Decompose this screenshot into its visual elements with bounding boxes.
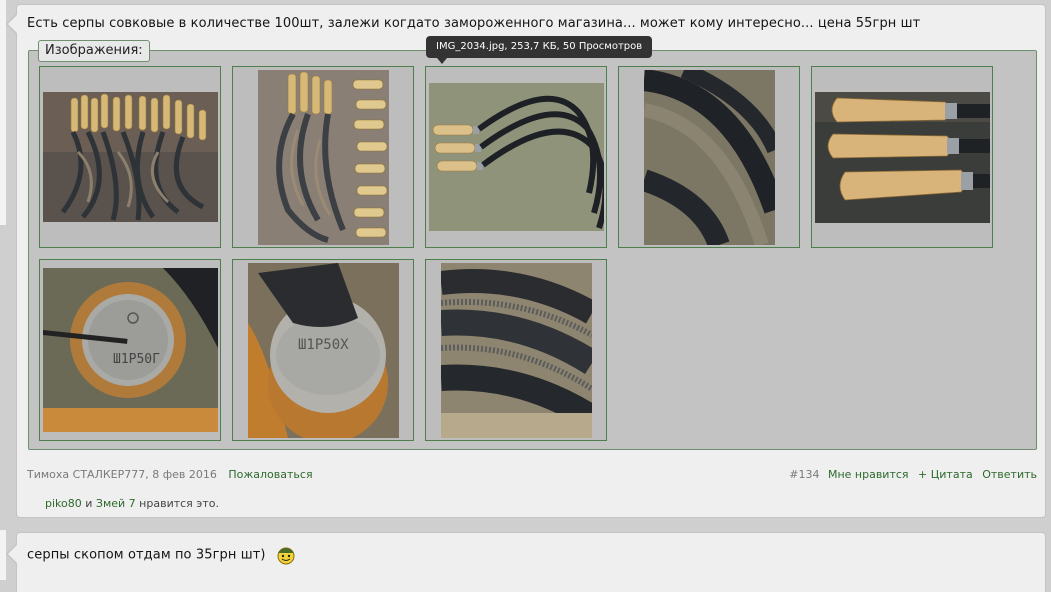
post-pointer [8, 545, 17, 563]
likes-suffix-text: нравится это. [135, 497, 219, 510]
sickle-pile-photo-2 [257, 69, 389, 245]
serrated-blade-photo [440, 262, 592, 438]
post-message: Есть серпы совковые в количестве 100шт, … [27, 16, 921, 31]
like-link[interactable]: Мне нравится [828, 468, 909, 481]
author-link[interactable]: Тимоха СТАЛКЕР777 [27, 468, 145, 481]
sickle-pile-photo-1 [42, 92, 218, 222]
attachment-thumbnail[interactable] [811, 66, 993, 248]
post-message: серпы скопом отдам по 35грн шт) [27, 545, 296, 565]
attachment-thumbnail[interactable] [39, 66, 221, 248]
attachments-box: Ш1Р50Г Ш1Р50Х [28, 50, 1037, 450]
attachment-thumbnail[interactable] [425, 66, 607, 248]
post-message-text: серпы скопом отдам по 35грн шт) [27, 547, 266, 563]
three-sickles-photo [428, 83, 604, 231]
tooltip-tail [437, 58, 447, 64]
report-link[interactable]: Пожаловаться [228, 468, 312, 481]
svg-text:Ш1Р50Г: Ш1Р50Г [113, 352, 160, 367]
post-meta: Тимоха СТАЛКЕР777, 8 фев 2016 Пожаловать… [27, 468, 313, 481]
post-number-link[interactable]: #134 [789, 468, 819, 481]
handle-stamp-photo-1: Ш1Р50Г [42, 268, 218, 432]
wooden-handles-photo [814, 91, 990, 223]
svg-text:Ш1Р50Х: Ш1Р50Х [298, 337, 349, 353]
handle-stamp-photo-2: Ш1Р50Х [247, 262, 399, 438]
attachment-thumbnail[interactable] [425, 259, 607, 441]
quote-link[interactable]: + Цитата [918, 468, 973, 481]
post-date[interactable]: , 8 фев 2016 [145, 468, 217, 481]
liker-link[interactable]: Змей 7 [96, 497, 136, 510]
likes-and-text: и [81, 497, 96, 510]
attachment-thumbnail[interactable] [232, 66, 414, 248]
thumbnail-tooltip: IMG_2034.jpg, 253,7 КБ, 50 Просмотров [426, 36, 653, 58]
blade-closeup-photo [643, 69, 775, 245]
smiley-soldier-icon [277, 547, 295, 565]
attachment-thumbnail[interactable] [618, 66, 800, 248]
attachment-thumbnail[interactable]: Ш1Р50Х [232, 259, 414, 441]
attachments-label: Изображения: [38, 40, 150, 62]
attachment-thumbnail[interactable]: Ш1Р50Г [39, 259, 221, 441]
post-actions: #134 Мне нравится + Цитата Ответить [789, 468, 1037, 481]
post-pointer [8, 15, 17, 33]
forum-post: Есть серпы совковые в количестве 100шт, … [6, 4, 1046, 518]
likes-summary: piko80 и Змей 7 нравится это. [45, 497, 219, 510]
forum-post: серпы скопом отдам по 35грн шт) [6, 532, 1046, 592]
liker-link[interactable]: piko80 [45, 497, 82, 510]
reply-link[interactable]: Ответить [982, 468, 1037, 481]
